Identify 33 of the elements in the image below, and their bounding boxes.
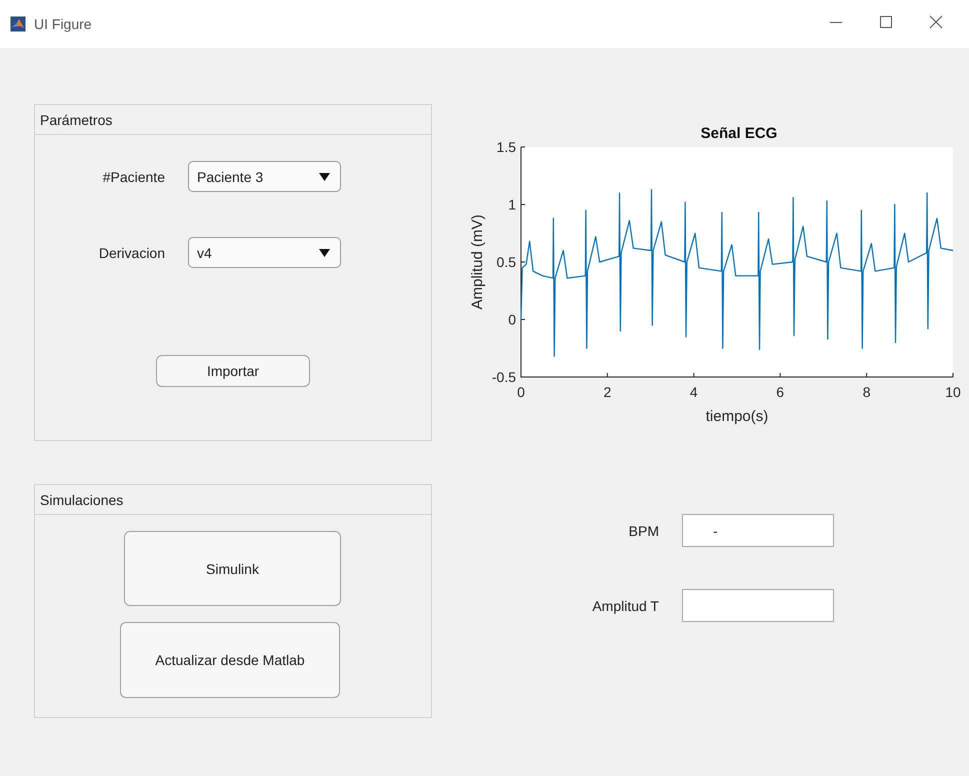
- tick-label: 2: [604, 384, 612, 400]
- tick-label: -0.5: [492, 369, 516, 385]
- app-logo-icon: [10, 16, 26, 32]
- caret-icon: [319, 248, 330, 256]
- tick-label: 10: [945, 384, 961, 400]
- maximize-icon[interactable]: [879, 15, 893, 29]
- axis-label: Amplitud (mV): [469, 214, 486, 310]
- tick-label: 1.5: [496, 139, 516, 155]
- panel-title: Parámetros: [40, 112, 112, 128]
- dropdown[interactable]: v4: [188, 237, 341, 268]
- tick-label: 8: [862, 384, 870, 400]
- field-label: Amplitud T: [591, 598, 659, 614]
- panel-title: Simulaciones: [40, 492, 124, 508]
- field-label: Derivacion: [98, 244, 165, 260]
- axis-label: tiempo(s): [706, 408, 768, 425]
- tick-label: 1: [508, 196, 516, 212]
- tick-label: 0: [508, 312, 516, 328]
- text-field[interactable]: -: [682, 514, 834, 547]
- field-label: BPM: [628, 522, 659, 538]
- tick-label: 0: [517, 384, 525, 400]
- tick-label: 4: [690, 384, 698, 400]
- text-field[interactable]: [682, 589, 834, 622]
- update-button[interactable]: Actualizar desde Matlab: [120, 622, 340, 698]
- dropdown[interactable]: Paciente 3: [188, 161, 341, 192]
- import-button[interactable]: Importar: [156, 355, 310, 387]
- plot-title: Señal ECG: [700, 125, 778, 142]
- close-icon[interactable]: [929, 15, 943, 29]
- caret-icon: [319, 172, 330, 180]
- tick-label: 6: [776, 384, 784, 400]
- window-title: UI Figure: [34, 16, 93, 32]
- simulink-button[interactable]: Simulink: [124, 531, 341, 606]
- tick-label: 0.5: [496, 254, 516, 270]
- field-label: #Paciente: [102, 168, 165, 184]
